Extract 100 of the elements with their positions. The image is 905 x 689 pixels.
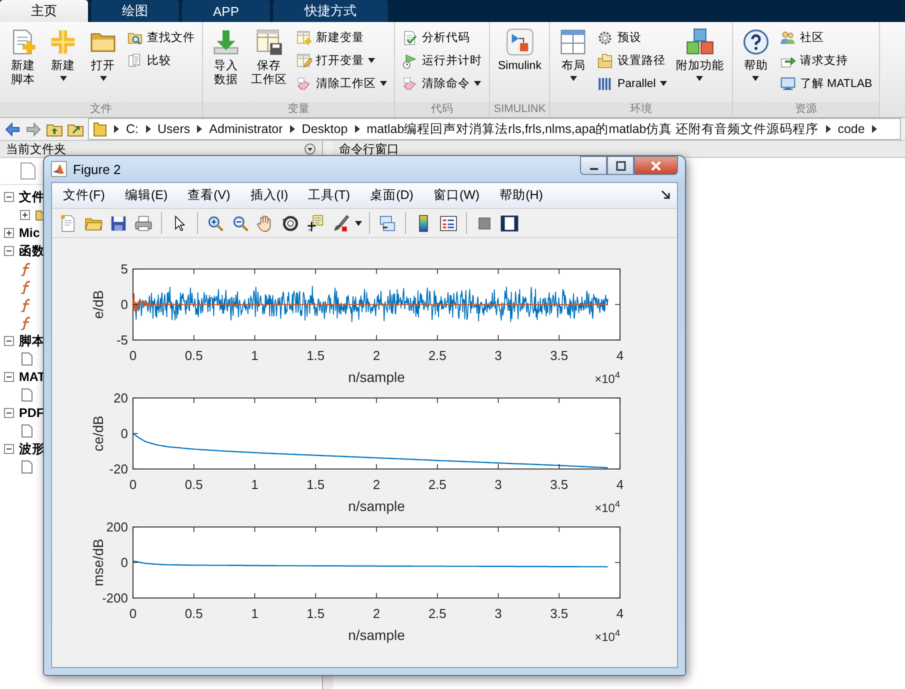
tick-label: 2.5 — [428, 606, 446, 621]
ribbon-tab[interactable]: 快捷方式 — [273, 0, 388, 22]
ribbon-button[interactable]: 了解 MATLAB — [776, 73, 876, 94]
tick-label: 3 — [494, 606, 502, 621]
tick-label: 1 — [251, 606, 258, 621]
path-segment[interactable]: Users — [158, 122, 190, 136]
tick-label: 200 — [106, 520, 128, 534]
axis-exponent: ×10$^{4}$ — [594, 499, 620, 515]
group-label[interactable]: 波形 — [19, 440, 45, 458]
y-axis-label: e/dB — [90, 290, 106, 319]
tick-label: 1.5 — [306, 606, 325, 621]
panel-title: 当前文件夹 — [6, 140, 66, 158]
menu-item[interactable]: 查看(V) — [182, 185, 236, 206]
x-axis-label: n/sample — [348, 627, 405, 643]
section-label: 代码 — [395, 102, 489, 117]
menu-item[interactable]: 文件(F) — [58, 185, 110, 206]
ribbon-button[interactable]: 附加功能 — [672, 26, 728, 102]
tick-label: 4 — [616, 348, 624, 363]
tick-label: 0.5 — [184, 477, 203, 492]
group-label[interactable]: 函数 — [19, 242, 45, 260]
ribbon-button[interactable]: 比较 — [124, 50, 198, 71]
tick-label: 1 — [251, 348, 258, 363]
tick-label: 0 — [120, 555, 128, 570]
group-label[interactable]: 文件 — [19, 188, 45, 206]
tick-label: 0 — [120, 426, 128, 441]
axis-exponent: ×10$^{4}$ — [594, 370, 620, 386]
ribbon-button[interactable]: 清除工作区 — [293, 73, 390, 94]
ribbon-tab[interactable]: APP — [182, 0, 270, 22]
tick-label: 0 — [129, 606, 137, 621]
tick-label: 2 — [372, 477, 380, 492]
tick-label: 2 — [372, 606, 380, 621]
tick-label: 0.5 — [184, 348, 203, 363]
ribbon-button[interactable]: 请求支持 — [776, 50, 876, 71]
tick-label: 4 — [616, 606, 624, 621]
x-axis-label: n/sample — [348, 369, 405, 385]
window-title: Figure 2 — [73, 162, 122, 176]
section-label: 环境 — [550, 102, 732, 117]
ribbon-tab[interactable]: 绘图 — [91, 0, 179, 22]
group-label[interactable]: MAT — [19, 370, 46, 384]
tick-label: 0 — [129, 348, 137, 363]
tick-label: 3 — [494, 348, 502, 363]
path-segment[interactable]: code — [838, 122, 865, 136]
tick-label: 1.5 — [306, 477, 325, 492]
ribbon-button[interactable]: Parallel — [594, 73, 670, 94]
tick-label: 0.5 — [184, 606, 203, 621]
tick-label: 3 — [494, 477, 502, 492]
ribbon-button[interactable]: 帮助 — [736, 26, 775, 102]
tick-label: 3.5 — [550, 348, 568, 363]
tick-label: -200 — [102, 590, 128, 606]
path-segment[interactable]: Desktop — [302, 122, 348, 136]
path-field[interactable]: C: Users Administrator Desktop matlab编程回声对消算法rls,frls,nlms,apa的matlab仿真 还附有音频文件源码程序 code — [88, 118, 901, 140]
tick-label: 3.5 — [550, 477, 568, 492]
menu-item[interactable]: 插入(I) — [245, 185, 294, 206]
ribbon-button[interactable]: 打开 — [84, 26, 122, 102]
ribbon-button[interactable]: Simulink — [494, 26, 546, 102]
ribbon-button[interactable]: 新建 — [44, 26, 82, 102]
ribbon-button[interactable]: 新建脚本 — [4, 26, 42, 102]
group-label[interactable]: PDF — [19, 406, 44, 420]
axis-exponent: ×10$^{4}$ — [594, 628, 620, 644]
ribbon-button[interactable]: 清除命令 — [399, 73, 485, 94]
tick-label: 20 — [114, 390, 128, 406]
ribbon-button[interactable]: 社区 — [776, 27, 876, 48]
menu-item[interactable]: 桌面(D) — [365, 185, 418, 206]
tick-label: 5 — [120, 262, 128, 276]
tick-label: 0 — [129, 477, 137, 492]
ribbon-button[interactable]: 布局 — [554, 26, 592, 102]
ribbon-button[interactable]: 打开变量 — [293, 50, 390, 71]
tick-label: 3.5 — [550, 606, 568, 621]
x-axis-label: n/sample — [348, 498, 405, 514]
tick-label: 2.5 — [428, 348, 446, 363]
ribbon-button[interactable]: 分析代码 — [399, 27, 485, 48]
ribbon-button[interactable]: 设置路径 — [594, 50, 670, 71]
section-label: SIMULINK — [490, 102, 550, 117]
menu-item[interactable]: 窗口(W) — [428, 185, 485, 206]
ribbon-button[interactable]: 预设 — [594, 27, 670, 48]
section-label: 变量 — [203, 102, 394, 117]
ribbon-tab[interactable]: 主页 — [0, 0, 88, 22]
menu-item[interactable]: 编辑(E) — [120, 185, 173, 206]
tick-label: 0 — [120, 297, 128, 312]
panel-title: 命令行窗口 — [339, 140, 399, 158]
ribbon-button[interactable]: 保存工作区 — [247, 26, 291, 102]
menu-item[interactable]: 帮助(H) — [494, 185, 548, 206]
ribbon-button[interactable]: 运行并计时 — [399, 50, 485, 71]
tick-label: 2.5 — [428, 477, 446, 492]
ribbon-button[interactable]: 新建变量 — [293, 27, 390, 48]
menu-item[interactable]: 工具(T) — [303, 185, 356, 206]
path-segment[interactable]: Administrator — [209, 122, 283, 136]
tick-label: -20 — [109, 462, 128, 476]
path-segment[interactable]: C: — [126, 122, 138, 136]
tick-label: 1.5 — [306, 348, 325, 363]
ribbon-button[interactable]: 查找文件 — [124, 27, 198, 48]
group-label[interactable]: Mic — [19, 226, 40, 240]
y-axis-label: ce/dB — [90, 416, 106, 452]
tick-label: 2 — [372, 348, 380, 363]
tick-label: -5 — [116, 332, 128, 348]
path-segment[interactable]: matlab编程回声对消算法rls,frls,nlms,apa的matlab仿真 还附有音频文件源码程序 — [366, 120, 819, 138]
section-label: 文件 — [0, 102, 202, 117]
section-label: 资源 — [732, 102, 880, 117]
ribbon-button[interactable]: 导入数据 — [207, 26, 245, 102]
y-axis-label: mse/dB — [90, 538, 106, 586]
